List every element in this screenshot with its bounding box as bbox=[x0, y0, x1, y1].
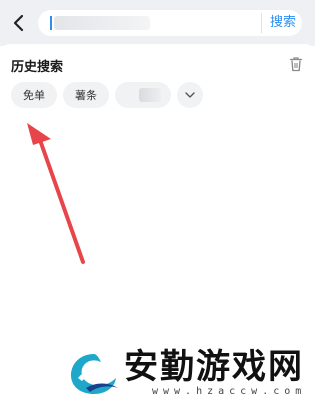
watermark-title: 安勤游戏网 bbox=[124, 347, 304, 387]
history-chip-blurred[interactable] bbox=[115, 82, 171, 108]
history-title: 历史搜索 bbox=[11, 60, 64, 75]
back-button[interactable] bbox=[6, 10, 32, 36]
search-input[interactable] bbox=[48, 14, 248, 32]
chevron-left-icon bbox=[13, 14, 24, 32]
history-chip-label: 薯条 bbox=[75, 89, 97, 102]
blurred-chip-label bbox=[139, 88, 161, 102]
search-button[interactable]: 搜索 bbox=[260, 13, 296, 33]
search-box: 搜索 bbox=[38, 10, 302, 36]
watermark: 安勤游戏网 www.hzaccw.com bbox=[68, 348, 308, 402]
history-chip-label: 免单 bbox=[23, 89, 45, 102]
history-chip[interactable]: 薯条 bbox=[63, 82, 109, 108]
chevron-down-icon bbox=[185, 92, 195, 98]
expand-history-button[interactable] bbox=[177, 82, 203, 108]
watermark-logo-icon bbox=[71, 354, 118, 394]
trash-icon[interactable] bbox=[289, 56, 303, 72]
watermark-url: www.hzaccw.com bbox=[152, 386, 307, 397]
text-cursor bbox=[50, 16, 52, 30]
history-chip[interactable]: 免单 bbox=[11, 82, 57, 108]
